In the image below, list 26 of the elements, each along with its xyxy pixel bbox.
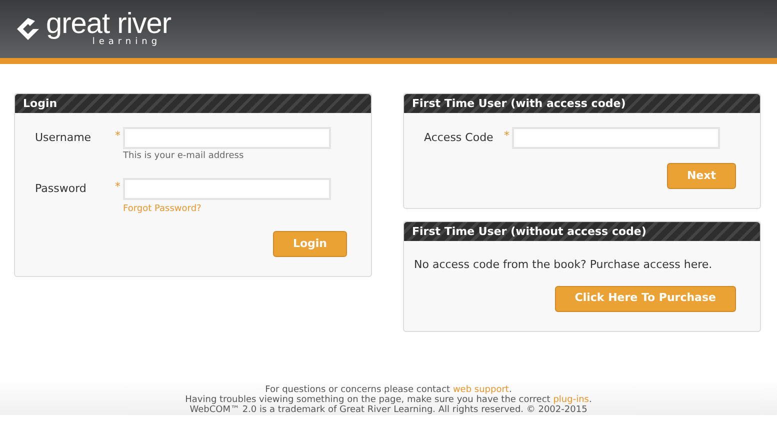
logo-icon (16, 17, 40, 41)
required-mark: * (504, 128, 510, 144)
footer-link[interactable]: web support (452, 384, 509, 394)
field-label: Access Code (423, 130, 494, 146)
footer-text: WebCOM™ 2.0 is a trademark of Great River Learning. All rights reserved. © 2002-2015 (190, 404, 588, 414)
footer-link[interactable]: plug-ins (553, 394, 589, 404)
logo-title: great river (46, 11, 172, 37)
required-mark: * (115, 178, 122, 194)
next-button[interactable]: Next (666, 163, 736, 189)
input-field[interactable] (123, 127, 331, 149)
field-label: Username (34, 130, 92, 146)
field-hint: This is your e-mail address (123, 150, 245, 163)
login-button[interactable]: Login (272, 231, 347, 257)
required-mark: * (115, 128, 122, 144)
input-field[interactable] (512, 127, 720, 149)
footer-text: For questions or concerns please contact web support. (265, 384, 513, 394)
panel-title: First Time User (with access code) (404, 94, 760, 113)
footer-text: Having troubles viewing something on the page, make sure you have the correct plug-ins. (184, 394, 593, 404)
forgot-password-link[interactable]: Forgot Password? (123, 202, 202, 216)
input-field[interactable] (123, 178, 331, 200)
field-label: Password (34, 180, 88, 196)
panel-title: Login (15, 94, 371, 113)
panel-text: No access code from the book? Purchase access here. (413, 257, 714, 273)
purchase-button[interactable]: Click Here To Purchase (554, 286, 736, 312)
logo-subtitle: learning (92, 37, 162, 47)
panel-title: First Time User (without access code) (404, 222, 760, 241)
